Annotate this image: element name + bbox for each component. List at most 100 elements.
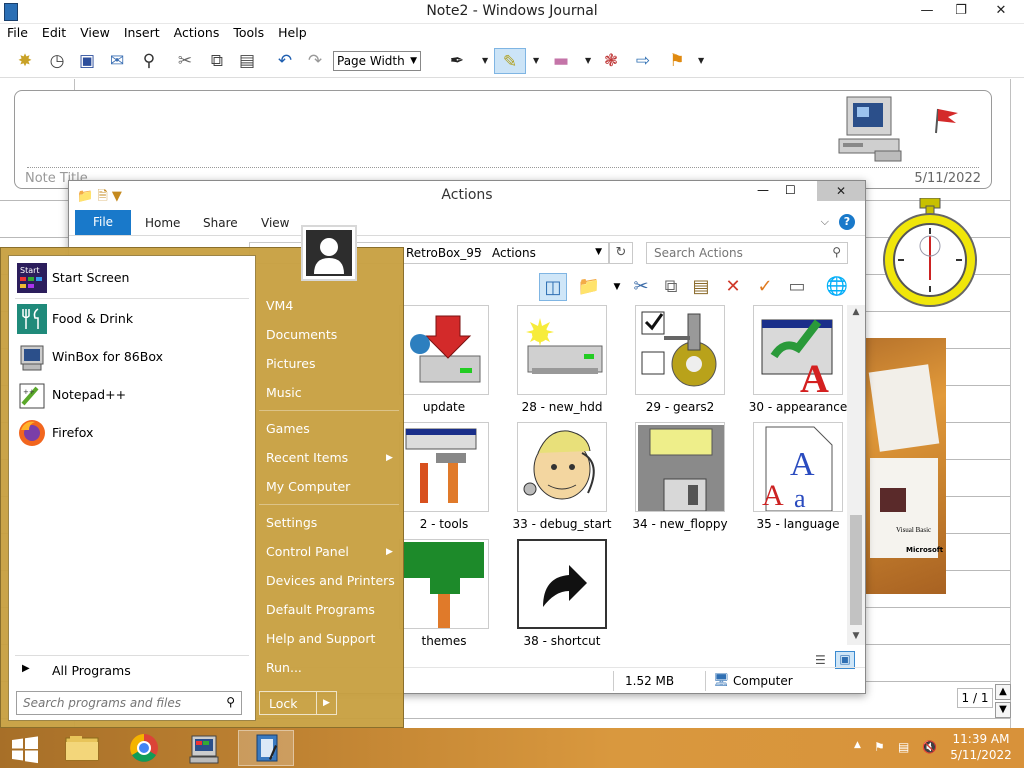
preview-pane-icon[interactable]: ◫ <box>539 273 567 301</box>
checkmark-icon[interactable]: ✓ <box>751 273 779 301</box>
scroll-up-icon[interactable]: ▲ <box>847 307 865 317</box>
explorer-search[interactable]: ⚲ <box>646 242 848 264</box>
minimize-button[interactable]: — <box>910 0 944 24</box>
paste-icon[interactable]: ▤ <box>234 48 260 74</box>
pinned-firefox[interactable]: Firefox <box>15 416 249 450</box>
start-right-games[interactable]: Games <box>266 421 310 436</box>
note-title-area[interactable]: Note Title 5/11/2022 <box>14 90 992 189</box>
flag-icon[interactable]: ⚑ <box>664 48 690 74</box>
insert-space-icon[interactable]: ⇨ <box>630 48 656 74</box>
file-item-new-hdd[interactable]: 28 - new_hdd <box>503 305 621 417</box>
globe-icon[interactable]: 🌐 <box>823 273 851 301</box>
menu-insert[interactable]: Insert <box>117 24 167 42</box>
new-from-template-icon[interactable]: ◷ <box>44 48 70 74</box>
scroll-thumb[interactable] <box>850 515 862 625</box>
start-right-run[interactable]: Run... <box>266 660 302 675</box>
close-button[interactable]: ✕ <box>984 0 1018 24</box>
taskbar-file-explorer[interactable] <box>54 730 110 766</box>
find-icon[interactable]: ⚲ <box>136 48 162 74</box>
zoom-select[interactable]: Page Width ▼ <box>333 51 421 71</box>
start-right-my-computer[interactable]: My Computer <box>266 479 350 494</box>
explorer-close-button[interactable]: ✕ <box>817 181 865 201</box>
send-mail-icon[interactable]: ✉ <box>104 48 130 74</box>
clock-date[interactable]: 5/11/2022 <box>946 748 1016 762</box>
start-right-devices-printers[interactable]: Devices and Printers <box>266 573 395 588</box>
tab-view[interactable]: View <box>261 216 289 230</box>
copy-icon[interactable]: ⧉ <box>657 273 685 301</box>
restore-button[interactable]: ❐ <box>944 0 978 24</box>
paste-icon[interactable]: ▤ <box>687 273 715 301</box>
file-item-appearance[interactable]: A 30 - appearance <box>739 305 857 417</box>
action-center-flag-icon[interactable]: ⚑ <box>874 740 885 754</box>
pinned-start-screen[interactable]: Start Start Screen <box>15 261 249 295</box>
lock-button[interactable]: Lock ▶ <box>259 691 337 715</box>
start-right-default-programs[interactable]: Default Programs <box>266 602 375 617</box>
taskbar-chrome[interactable] <box>116 730 172 766</box>
pinned-notepad-plus[interactable]: ++ Notepad++ <box>15 378 249 412</box>
tab-home[interactable]: Home <box>145 216 180 230</box>
scroll-down-icon[interactable]: ▼ <box>847 631 865 641</box>
show-hidden-icons-icon[interactable]: ▲ <box>854 740 861 750</box>
highlighter-dropdown-icon[interactable]: ▼ <box>533 56 539 65</box>
chevron-right-icon[interactable]: ▶ <box>316 692 336 714</box>
file-item-debug-start[interactable]: 33 - debug_start <box>503 422 621 534</box>
file-item-language[interactable]: AAa 35 - language <box>739 422 857 534</box>
eraser-icon[interactable]: ▬ <box>548 48 574 74</box>
explorer-search-input[interactable] <box>654 243 824 263</box>
start-right-vm4[interactable]: VM4 <box>266 298 293 313</box>
eraser-dropdown-icon[interactable]: ▼ <box>585 56 591 65</box>
start-search-box[interactable]: ⚲ <box>16 691 242 715</box>
details-view-icon[interactable]: ☰ <box>815 653 826 667</box>
address-dropdown-icon[interactable]: ▼ <box>595 247 602 257</box>
volume-muted-icon[interactable]: 🔇 <box>922 740 937 754</box>
menu-actions[interactable]: Actions <box>167 24 227 42</box>
redo-icon[interactable]: ↷ <box>302 48 328 74</box>
clock-time[interactable]: 11:39 AM <box>946 732 1016 746</box>
undo-icon[interactable]: ↶ <box>272 48 298 74</box>
menu-file[interactable]: File <box>0 24 35 42</box>
tab-share[interactable]: Share <box>203 216 238 230</box>
pen-dropdown-icon[interactable]: ▼ <box>482 56 488 65</box>
start-right-documents[interactable]: Documents <box>266 327 337 342</box>
explorer-maximize-button[interactable]: ☐ <box>785 183 805 197</box>
file-item-shortcut[interactable]: 38 - shortcut <box>503 539 621 651</box>
menu-tools[interactable]: Tools <box>226 24 271 42</box>
start-right-pictures[interactable]: Pictures <box>266 356 316 371</box>
cut-icon[interactable]: ✂ <box>627 273 655 301</box>
start-right-help-support[interactable]: Help and Support <box>266 631 375 646</box>
all-programs-button[interactable]: ▶ All Programs <box>15 659 249 683</box>
start-right-recent-items[interactable]: Recent Items <box>266 450 348 465</box>
file-item-gears2[interactable]: 29 - gears2 <box>621 305 739 417</box>
lasso-select-icon[interactable]: ❃ <box>598 48 624 74</box>
help-icon[interactable]: ? <box>839 214 855 230</box>
breadcrumb-retrobox[interactable]: RetroBox_95 <box>406 246 481 260</box>
expand-ribbon-icon[interactable]: ⌵ <box>821 215 829 229</box>
tab-file[interactable]: File <box>75 210 131 235</box>
highlighter-icon[interactable]: ✎ <box>494 48 526 74</box>
user-avatar[interactable] <box>301 225 357 281</box>
start-right-control-panel[interactable]: Control Panel <box>266 544 349 559</box>
taskbar-winbox[interactable] <box>176 730 232 766</box>
refresh-icon[interactable]: ↻ <box>609 242 633 264</box>
properties-icon[interactable]: 📁 <box>575 273 603 301</box>
flag-dropdown-icon[interactable]: ▼ <box>698 56 704 65</box>
delete-icon[interactable]: ✕ <box>719 273 747 301</box>
taskbar-windows-journal[interactable] <box>238 730 294 766</box>
previous-page-icon[interactable]: ▲ <box>995 684 1011 700</box>
cut-icon[interactable]: ✂ <box>172 48 198 74</box>
copy-icon[interactable]: ⧉ <box>204 48 230 74</box>
rename-icon[interactable]: ▭ <box>783 273 811 301</box>
new-note-icon[interactable]: ✸ <box>12 48 38 74</box>
menu-view[interactable]: View <box>73 24 117 42</box>
start-right-music[interactable]: Music <box>266 385 302 400</box>
pinned-winbox[interactable]: WinBox for 86Box <box>15 340 249 374</box>
menu-help[interactable]: Help <box>271 24 314 42</box>
breadcrumb-actions[interactable]: Actions <box>492 246 536 260</box>
start-right-settings[interactable]: Settings <box>266 515 317 530</box>
network-icon[interactable]: ▤ <box>898 740 909 754</box>
vertical-scrollbar[interactable]: ▲ ▼ <box>847 305 865 645</box>
menu-edit[interactable]: Edit <box>35 24 73 42</box>
pinned-food-drink[interactable]: Food & Drink <box>15 302 249 336</box>
save-icon[interactable]: ▣ <box>74 48 100 74</box>
next-page-icon[interactable]: ▼ <box>995 702 1011 718</box>
